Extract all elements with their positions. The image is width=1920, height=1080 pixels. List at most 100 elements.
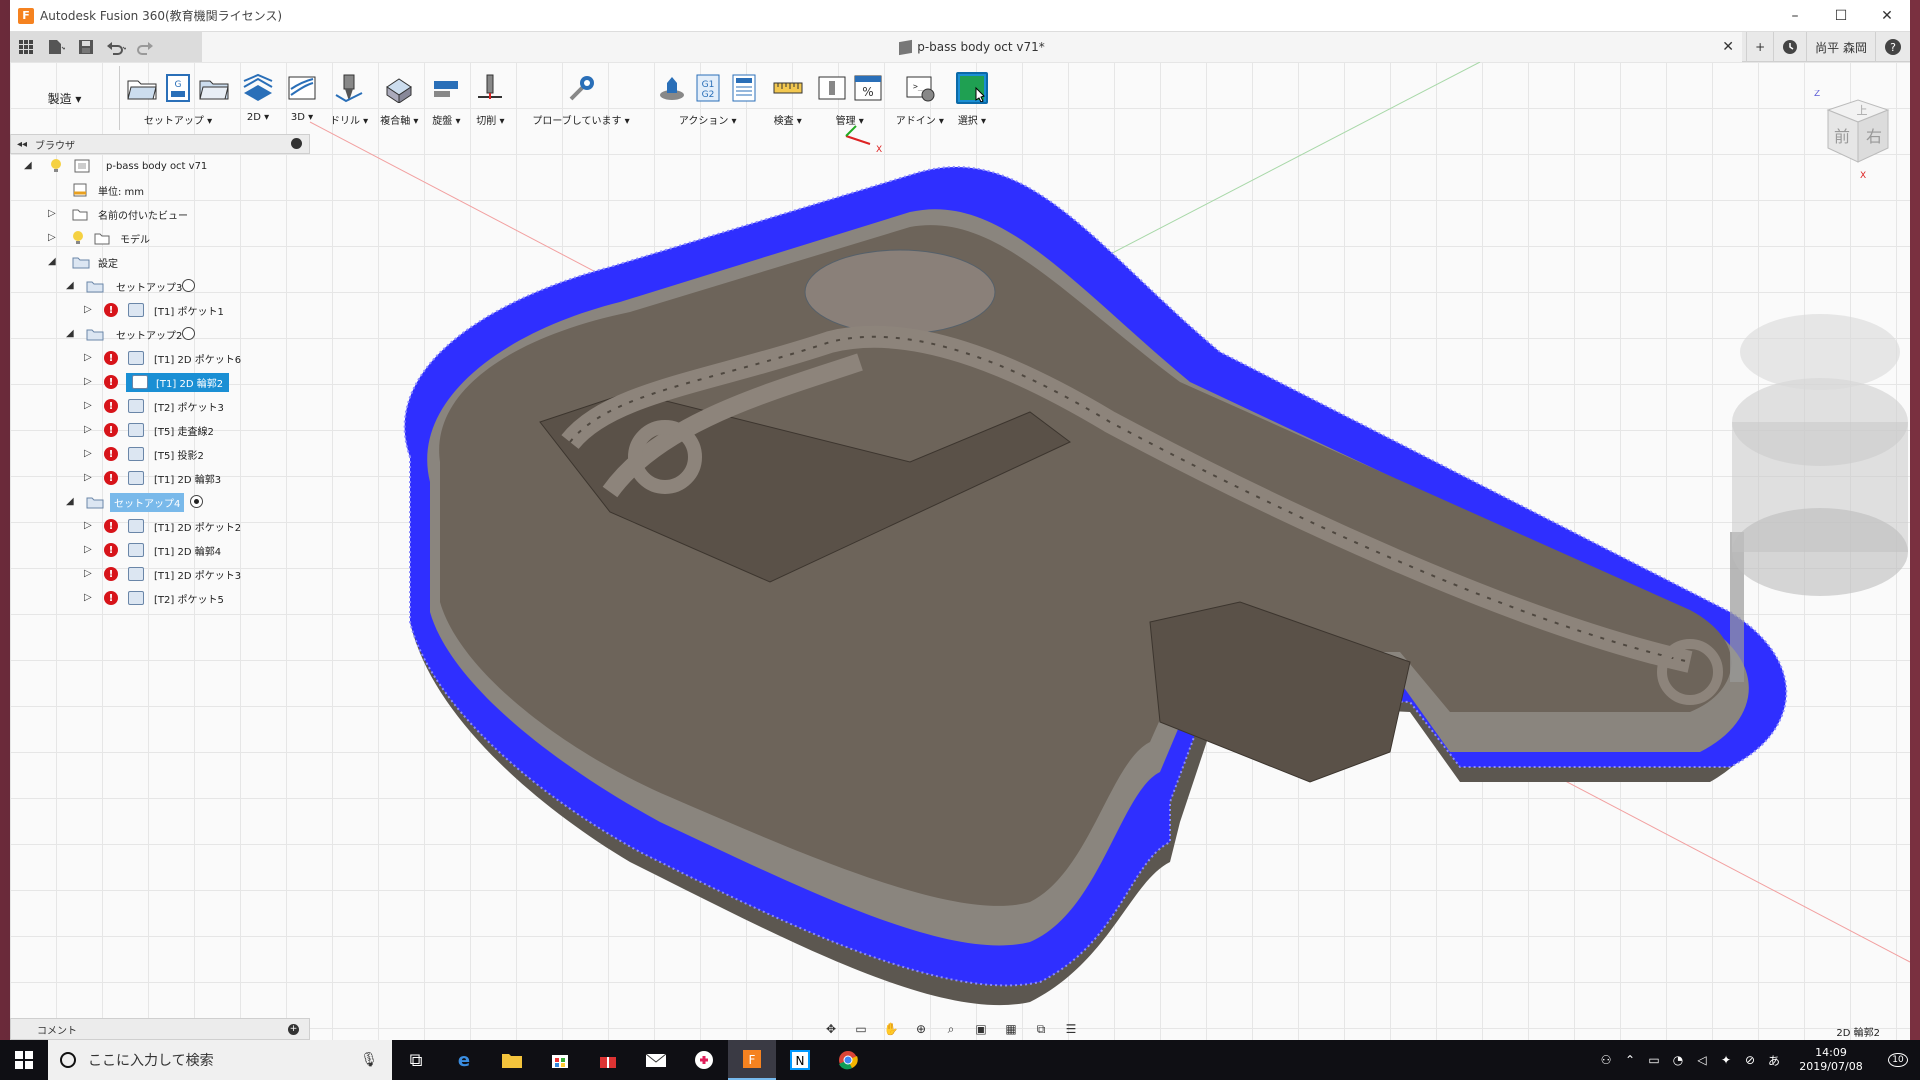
toolbar-group-inspect[interactable]: 検査 ▾ bbox=[766, 62, 810, 132]
tree-op[interactable]: ▷ ! [T1] ポケット1 bbox=[10, 298, 310, 322]
setup3-active-radio[interactable] bbox=[182, 279, 195, 292]
toolbar-group-setup[interactable]: G セットアップ ▾ bbox=[120, 62, 236, 132]
add-comment-icon[interactable]: + bbox=[288, 1024, 299, 1035]
expand-icon[interactable]: ▷ bbox=[84, 545, 94, 555]
cutting-icon[interactable] bbox=[474, 72, 506, 104]
setup-folder-icon[interactable] bbox=[198, 72, 230, 104]
toolbar-group-turning[interactable]: 旋盤 ▾ bbox=[424, 62, 468, 132]
task-view-icon[interactable]: ⧉ bbox=[392, 1040, 440, 1080]
tree-models[interactable]: ▷ モデル bbox=[10, 226, 310, 250]
measure-icon[interactable] bbox=[772, 72, 804, 104]
tree-setup2[interactable]: ◢ セットアップ2 bbox=[10, 322, 310, 346]
new-tab-button[interactable]: + bbox=[1746, 32, 1773, 62]
lightbulb-icon[interactable] bbox=[72, 230, 88, 244]
toolbar-group-actions[interactable]: G1 G2 アクション ▾ bbox=[650, 62, 766, 132]
expand-icon[interactable]: ▷ bbox=[48, 209, 58, 219]
browser-minimize-icon[interactable] bbox=[291, 138, 302, 149]
close-window-button[interactable]: ✕ bbox=[1864, 0, 1910, 32]
setup4-active-radio[interactable] bbox=[190, 495, 203, 508]
collapse-icon[interactable]: ◢ bbox=[48, 257, 58, 267]
drill-icon[interactable] bbox=[333, 72, 365, 104]
post-process-icon[interactable]: G1 G2 bbox=[692, 72, 724, 104]
battery-icon[interactable]: ▭ bbox=[1642, 1053, 1666, 1067]
edge-browser-icon[interactable]: e bbox=[440, 1040, 488, 1080]
display-settings-icon[interactable]: ▣ bbox=[970, 1022, 992, 1038]
tree-op[interactable]: ▷ ! [T1] 2D 輪郭4 bbox=[10, 538, 310, 562]
ime-icon[interactable]: あ bbox=[1762, 1052, 1786, 1069]
windows-start-icon[interactable] bbox=[0, 1040, 48, 1080]
orbit-icon[interactable]: ✥ bbox=[820, 1022, 842, 1038]
workspace-switcher[interactable]: 製造 ▾ bbox=[10, 66, 120, 130]
expand-icon[interactable]: ▷ bbox=[84, 521, 94, 531]
tree-op[interactable]: ▷ ! [T1] 2D ポケット6 bbox=[10, 346, 310, 370]
effects-icon[interactable]: ☰ bbox=[1060, 1022, 1082, 1038]
tree-op[interactable]: ▷ ! [T1] 2D ポケット2 bbox=[10, 514, 310, 538]
volume-icon[interactable]: ◁ bbox=[1690, 1053, 1714, 1067]
network-icon[interactable]: ◔ bbox=[1666, 1053, 1690, 1067]
toolbar-group-3d[interactable]: 3D ▾ bbox=[280, 62, 324, 132]
fit-icon[interactable]: ⌕ bbox=[940, 1022, 962, 1038]
multiaxis-icon[interactable] bbox=[383, 72, 415, 104]
people-icon[interactable]: ⚇ bbox=[1594, 1053, 1618, 1067]
expand-icon[interactable]: ▷ bbox=[84, 377, 94, 387]
file-explorer-icon[interactable] bbox=[488, 1040, 536, 1080]
grid-settings-icon[interactable]: ▦ bbox=[1000, 1022, 1022, 1038]
tree-op[interactable]: ▷ ! [T2] ポケット3 bbox=[10, 394, 310, 418]
toolbar-group-drill[interactable]: ドリル ▾ bbox=[324, 62, 374, 132]
job-status-icon[interactable] bbox=[1773, 32, 1806, 62]
look-at-icon[interactable]: ▭ bbox=[850, 1022, 872, 1038]
help-button[interactable]: ? bbox=[1875, 32, 1910, 62]
user-account[interactable]: 尚平 森岡 bbox=[1806, 32, 1875, 62]
data-panel-grid-icon[interactable] bbox=[16, 37, 36, 57]
simulate-icon[interactable] bbox=[656, 72, 688, 104]
tree-setup3[interactable]: ◢ セットアップ3 bbox=[10, 274, 310, 298]
turning-icon[interactable] bbox=[430, 72, 462, 104]
open-folder-icon[interactable] bbox=[126, 72, 158, 104]
maximize-button[interactable]: ☐ bbox=[1818, 0, 1864, 32]
tree-setup4[interactable]: ◢ セットアップ4 bbox=[10, 490, 310, 514]
expand-icon[interactable]: ▷ bbox=[84, 353, 94, 363]
tree-root[interactable]: ◢ p-bass body oct v71 bbox=[10, 154, 310, 178]
viewports-icon[interactable]: ⧉ bbox=[1030, 1022, 1052, 1038]
tree-op[interactable]: ▷ ! [T5] 走査線2 bbox=[10, 418, 310, 442]
expand-icon[interactable]: ▷ bbox=[84, 305, 94, 315]
comments-panel[interactable]: コメント + bbox=[10, 1018, 310, 1040]
expand-icon[interactable]: ▷ bbox=[84, 449, 94, 459]
taskbar-search-input[interactable]: ここに入力して検索 🎙 bbox=[48, 1040, 392, 1080]
toolbar-group-cutting[interactable]: 切削 ▾ bbox=[468, 62, 512, 132]
tree-op[interactable]: ▷ ! [T5] 投影2 bbox=[10, 442, 310, 466]
tree-named-views[interactable]: ▷ 名前の付いたビュー bbox=[10, 202, 310, 226]
tree-setups[interactable]: ◢ 設定 bbox=[10, 250, 310, 274]
template-library-icon[interactable]: % bbox=[852, 72, 884, 104]
save-icon[interactable] bbox=[76, 37, 96, 57]
select-cursor-icon[interactable] bbox=[955, 72, 988, 104]
dropbox-icon[interactable]: ✦ bbox=[1714, 1053, 1738, 1067]
fusion360-taskbar-icon[interactable]: F bbox=[728, 1040, 776, 1080]
document-tab[interactable]: p-bass body oct v71* ✕ bbox=[202, 32, 1742, 62]
pan-icon[interactable]: ✋ bbox=[880, 1022, 902, 1038]
expand-icon[interactable]: ▷ bbox=[84, 473, 94, 483]
chrome-icon[interactable] bbox=[824, 1040, 872, 1080]
2d-pocket-icon[interactable] bbox=[242, 72, 274, 104]
expand-icon[interactable]: ▷ bbox=[84, 593, 94, 603]
zoom-icon[interactable]: ⊕ bbox=[910, 1022, 932, 1038]
tree-op[interactable]: ▷ ! [T1] 2D 輪郭3 bbox=[10, 466, 310, 490]
mail-icon[interactable] bbox=[632, 1040, 680, 1080]
expand-icon[interactable]: ▷ bbox=[84, 569, 94, 579]
show-hidden-icons[interactable]: ⌃ bbox=[1618, 1053, 1642, 1067]
toolbar-group-probing[interactable]: プローブしています ▾ bbox=[512, 62, 649, 132]
collapse-icon[interactable]: ◢ bbox=[66, 281, 76, 291]
redo-icon[interactable] bbox=[136, 37, 156, 57]
language-icon[interactable]: ⊘ bbox=[1738, 1053, 1762, 1067]
3d-adaptive-icon[interactable] bbox=[286, 72, 318, 104]
toolbar-group-addins[interactable]: >_ アドイン ▾ bbox=[890, 62, 950, 132]
store-icon[interactable] bbox=[536, 1040, 584, 1080]
setup2-active-radio[interactable] bbox=[182, 327, 195, 340]
minimize-button[interactable]: – bbox=[1772, 0, 1818, 32]
tree-units[interactable]: 単位: mm bbox=[10, 178, 310, 202]
lightbulb-icon[interactable] bbox=[50, 158, 66, 172]
toolbar-group-multiaxis[interactable]: 複合軸 ▾ bbox=[374, 62, 424, 132]
probe-icon[interactable] bbox=[565, 72, 597, 104]
file-menu-icon[interactable] bbox=[46, 37, 66, 57]
notion-icon[interactable]: N bbox=[776, 1040, 824, 1080]
